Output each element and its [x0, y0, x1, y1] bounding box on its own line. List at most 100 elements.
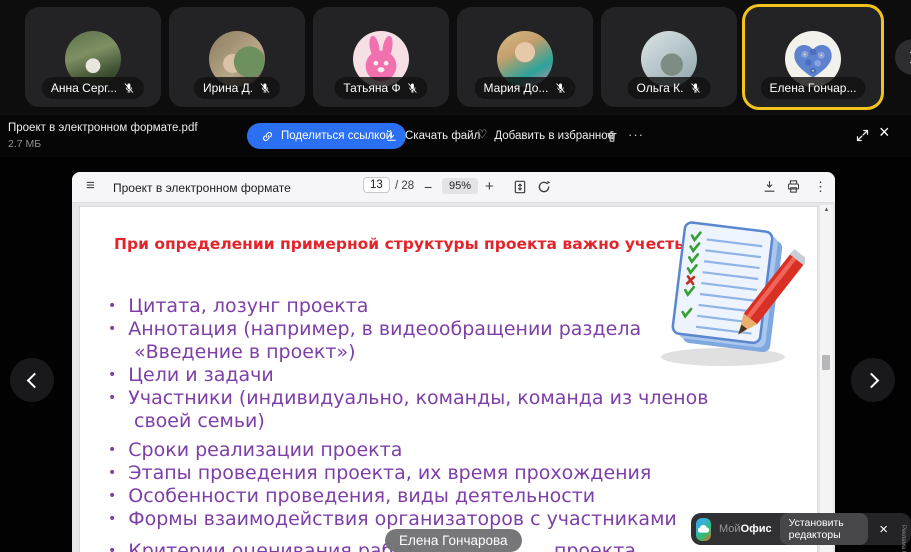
mic-muted-icon	[554, 82, 566, 94]
bullet-icon: •	[108, 390, 116, 406]
slide-title: При определении примерной структуры прое…	[114, 235, 690, 253]
mic-muted-icon	[123, 82, 135, 94]
myoffice-app-icon	[696, 518, 711, 541]
rotate-page-button[interactable]	[536, 179, 552, 200]
more-actions-button[interactable]: ···	[628, 127, 644, 142]
download-icon	[385, 130, 398, 143]
participant-name: Ирина Д.	[203, 81, 253, 95]
fullscreen-button[interactable]	[855, 128, 870, 148]
viewer-download-button[interactable]	[762, 179, 777, 199]
download-underline-icon	[762, 179, 777, 194]
participants-strip: Анна Серг... Ирина Д.	[0, 0, 911, 115]
bullet-icon: •	[108, 511, 116, 527]
add-favorite-label: Добавить в избранное	[494, 130, 614, 142]
participant-tile[interactable]: Анна Серг...	[25, 7, 161, 107]
add-favorite-button[interactable]: ♡ Добавить в избранное	[477, 123, 614, 149]
bullet-icon: •	[108, 298, 116, 314]
file-size: 2.7 МБ	[8, 138, 41, 150]
participant-tile[interactable]: Ирина Д.	[169, 7, 305, 107]
participant-name-badge: Татьяна Ф	[334, 77, 427, 99]
close-toast-button[interactable]: ×	[876, 522, 891, 537]
scrollbar-thumb[interactable]	[822, 355, 830, 370]
scroll-up-icon[interactable]: ▲	[820, 207, 833, 213]
bullet-icon: •	[108, 543, 116, 552]
active-speaker-label: Елена Гончарова	[385, 529, 522, 552]
pdf-scrollbar[interactable]: ▲	[820, 205, 833, 552]
participant-tile[interactable]: Татьяна Ф	[313, 7, 449, 107]
file-name: Проект в электронном формате.pdf	[8, 122, 198, 134]
bullet-line: • Цели и задачи	[108, 364, 274, 386]
pdf-toolbar: ≡ Проект в электронном формате 13 / 28 −…	[72, 172, 835, 203]
mic-muted-icon	[689, 82, 701, 94]
mic-muted-icon	[259, 82, 271, 94]
ad-label: Реклама 0+	[900, 525, 906, 533]
page-number-input[interactable]: 13	[363, 177, 390, 193]
rotate-icon	[536, 179, 552, 195]
pdf-page: При определении примерной структуры прое…	[80, 207, 817, 552]
zoom-level: 95%	[442, 178, 478, 194]
expand-icon	[855, 128, 870, 143]
install-editors-button[interactable]: Установить редакторы	[780, 513, 869, 545]
trash-icon	[605, 129, 619, 144]
heart-icon: ♡	[477, 130, 487, 142]
participant-name-badge: Мария До...	[475, 77, 576, 99]
fit-page-button[interactable]	[512, 179, 528, 200]
notepad-pencil-clipart	[645, 217, 805, 377]
next-participants-button[interactable]	[895, 39, 911, 75]
participant-name: Мария До...	[484, 81, 549, 95]
bullet-line-partial: • Критерии оценивания работ проекта	[108, 540, 636, 552]
participant-tile[interactable]: Мария До...	[457, 7, 593, 107]
bullet-line: • Формы взаимодействия организаторов с у…	[108, 508, 677, 530]
file-header-bar: Проект в электронном формате.pdf 2.7 МБ …	[0, 115, 911, 157]
share-link-button[interactable]: Поделиться ссылкой	[247, 123, 406, 149]
printer-icon	[786, 179, 801, 194]
bullet-line-continuation: своей семьи)	[108, 410, 265, 432]
zoom-out-button[interactable]: −	[424, 179, 432, 195]
viewer-more-button[interactable]: ⋮	[814, 179, 827, 195]
bullet-line: • Сроки реализации проекта	[108, 439, 402, 461]
pdf-content-area: При определении примерной структуры прое…	[72, 203, 835, 552]
page-total: / 28	[395, 180, 414, 192]
myoffice-brand: МойОфис	[719, 523, 772, 535]
print-button[interactable]	[786, 179, 801, 199]
chevron-right-icon	[863, 372, 879, 388]
bullet-line: • Особенности проведения, виды деятельно…	[108, 485, 595, 507]
app-window: Анна Серг... Ирина Д.	[0, 0, 911, 552]
delete-file-button[interactable]	[605, 128, 619, 144]
bullet-icon: •	[108, 321, 116, 337]
mic-muted-icon	[407, 82, 419, 94]
share-link-label: Поделиться ссылкой	[281, 130, 392, 142]
participant-name-badge: Анна Серг...	[42, 77, 144, 99]
bullet-line: • Этапы проведения проекта, их время про…	[108, 462, 651, 484]
link-icon	[261, 130, 274, 143]
bullet-icon: •	[108, 465, 116, 481]
participant-name: Елена Гончар...	[770, 81, 857, 95]
fit-page-icon	[512, 179, 528, 195]
bullet-icon: •	[108, 442, 116, 458]
pdf-title: Проект в электронном формате	[113, 181, 291, 195]
bullet-icon: •	[108, 367, 116, 383]
chevron-left-icon	[26, 372, 42, 388]
bullet-icon: •	[108, 488, 116, 504]
participant-name-badge: Ирина Д.	[194, 77, 280, 99]
zoom-in-button[interactable]: +	[485, 178, 494, 195]
sidebar-menu-button[interactable]: ≡	[86, 177, 95, 194]
bullet-line: • Участники (индивидуально, команды, ком…	[108, 387, 708, 409]
participant-name-badge: Елена Гончар...	[761, 77, 866, 99]
participant-tile-active-speaker[interactable]: Елена Гончар...	[745, 7, 881, 107]
participant-tile[interactable]: Ольга К.	[601, 7, 737, 107]
myoffice-ad-toast: МойОфис Установить редакторы × Реклама 0…	[691, 513, 911, 545]
download-file-label: Скачать файл	[405, 130, 480, 142]
bullet-line: • Цитата, лозунг проекта	[108, 295, 368, 317]
bullet-line-continuation: «Введение в проект»)	[108, 341, 356, 363]
pdf-viewer: ≡ Проект в электронном формате 13 / 28 −…	[72, 172, 835, 552]
next-slide-button[interactable]	[851, 358, 895, 402]
prev-slide-button[interactable]	[10, 358, 54, 402]
chevron-right-icon	[905, 51, 911, 64]
close-preview-button[interactable]: ×	[879, 123, 890, 141]
participant-name: Ольга К.	[637, 81, 684, 95]
participant-name: Анна Серг...	[51, 81, 117, 95]
download-file-button[interactable]: Скачать файл	[385, 123, 480, 149]
participant-name-badge: Ольга К.	[628, 77, 711, 99]
participant-name: Татьяна Ф	[343, 81, 400, 95]
